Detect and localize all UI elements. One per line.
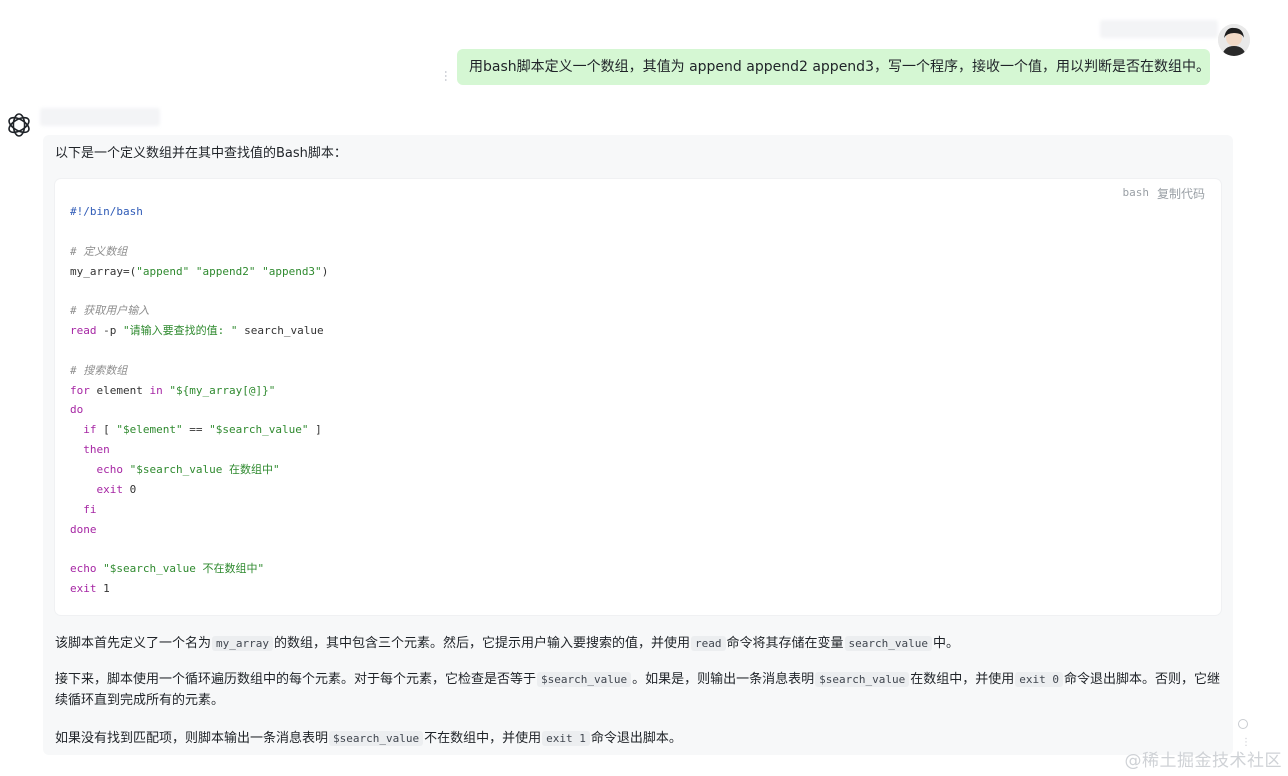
- inline-code: read: [691, 636, 726, 651]
- code-token: ==: [182, 423, 210, 437]
- code-token: fi: [83, 502, 97, 516]
- code-token: then: [83, 443, 110, 457]
- code-content: #!/bin/bash # 定义数组 my_array=("append" "ap…: [70, 202, 328, 599]
- code-token: ): [321, 264, 329, 278]
- code-token: 1: [96, 582, 110, 596]
- inline-code: $search_value: [537, 672, 632, 687]
- code-token: echo: [96, 462, 124, 476]
- code-line: then: [70, 440, 328, 460]
- user-message-text: 用bash脚本定义一个数组，其值为 append append2 append3…: [469, 59, 1210, 75]
- inline-code: $search_value: [329, 731, 424, 746]
- code-token: if: [83, 423, 97, 437]
- scroll-indicator-icon[interactable]: [1238, 719, 1248, 729]
- code-token: done: [70, 522, 97, 536]
- paragraph-text: 命令退出脚本。: [590, 731, 682, 746]
- paragraph-text: 在数组中，并使用: [910, 672, 1015, 687]
- inline-code: exit 0: [1015, 672, 1063, 687]
- code-line: echo "$search_value 不在数组中": [70, 559, 328, 579]
- code-token: exit: [70, 582, 97, 596]
- code-line: exit 1: [70, 579, 328, 599]
- code-token: echo: [70, 562, 97, 576]
- code-token: element: [89, 383, 150, 397]
- code-line: fi: [70, 500, 328, 520]
- paragraph-text: 的数组，其中包含三个元素。然后，它提示用户输入要搜索的值，并使用: [274, 636, 691, 651]
- code-token: "$search_value 不在数组中": [103, 562, 265, 576]
- code-line: read -p "请输入要查找的值: " search_value: [70, 321, 328, 341]
- code-token: my_array=(: [70, 264, 137, 278]
- paragraph-text: 如果没有找到匹配项，则脚本输出一条消息表明: [55, 731, 329, 746]
- paragraph-text: 命令将其存储在变量: [726, 636, 844, 651]
- code-token: "$search_value 在数组中": [129, 462, 280, 476]
- openai-logo-icon: [4, 110, 34, 140]
- user-avatar: [1218, 24, 1250, 56]
- code-line: my_array=("append" "append2" "append3"): [70, 262, 328, 282]
- paragraph-text: 。如果是，则输出一条消息表明: [632, 672, 815, 687]
- user-name-placeholder: [1100, 20, 1218, 38]
- code-line: for element in "${my_array[@]}": [70, 381, 328, 401]
- inline-code: search_value: [844, 636, 933, 651]
- code-token: ]: [308, 423, 322, 437]
- user-avatar-icon: [1218, 24, 1250, 56]
- more-vertical-icon[interactable]: ⋯: [439, 70, 453, 82]
- explanation-paragraph-1: 该脚本首先定义了一个名为 my_array 的数组，其中包含三个元素。然后，它提示用…: [55, 633, 1220, 654]
- code-line: # 搜索数组: [70, 361, 328, 381]
- code-token: search_value: [237, 324, 324, 338]
- watermark: @稀土掘金技术社区: [1124, 751, 1282, 771]
- code-line: # 定义数组: [70, 242, 328, 262]
- code-token: do: [70, 403, 84, 417]
- code-token: in: [149, 383, 163, 397]
- code-token: #!/bin/bash: [70, 205, 143, 218]
- paragraph-text: 该脚本首先定义了一个名为: [55, 636, 212, 651]
- paragraph-text: 不在数组中，并使用: [424, 731, 542, 746]
- paragraph-text: 中。: [933, 636, 960, 651]
- inline-code: my_array: [212, 636, 273, 651]
- code-token: "append2": [195, 264, 256, 278]
- user-message-bubble: 用bash脚本定义一个数组，其值为 append append2 append3…: [457, 49, 1210, 85]
- code-token: "请输入要查找的值: ": [123, 324, 238, 338]
- code-token: read: [70, 324, 97, 338]
- code-token: "$element": [116, 423, 183, 437]
- code-line: exit 0: [70, 480, 328, 500]
- code-token: exit: [96, 482, 124, 496]
- explanation-paragraph-3: 如果没有找到匹配项，则脚本输出一条消息表明 $search_value 不在数组中，…: [55, 728, 1220, 749]
- code-line: #!/bin/bash: [70, 202, 328, 222]
- code-block: bash 复制代码 #!/bin/bash # 定义数组 my_array=("a…: [55, 179, 1221, 615]
- code-token: for: [70, 383, 90, 397]
- code-token: 0: [123, 482, 137, 496]
- code-line: done: [70, 520, 328, 540]
- code-token: [: [96, 423, 117, 437]
- code-token: "append": [136, 264, 190, 278]
- code-token: # 定义数组: [70, 244, 128, 258]
- code-token: -p: [96, 324, 123, 338]
- code-line: do: [70, 400, 328, 420]
- code-token: "$search_value": [209, 423, 309, 437]
- inline-code: exit 1: [542, 731, 590, 746]
- assistant-intro: 以下是一个定义数组并在其中查找值的Bash脚本：: [55, 146, 347, 161]
- explanation-paragraph-2: 接下来，脚本使用一个循环遍历数组中的每个元素。对于每个元素，它检查是否等于 $se…: [55, 669, 1220, 711]
- code-line: echo "$search_value 在数组中": [70, 460, 328, 480]
- code-line: # 获取用户输入: [70, 301, 328, 321]
- code-language-label: bash: [1122, 186, 1150, 199]
- code-token: # 获取用户输入: [70, 304, 150, 318]
- code-token: # 搜索数组: [70, 363, 128, 377]
- code-token: "append3": [262, 264, 322, 278]
- copy-code-button[interactable]: 复制代码: [1157, 185, 1205, 202]
- inline-code: $search_value: [815, 672, 910, 687]
- code-line: if [ "$element" == "$search_value" ]: [70, 420, 328, 440]
- code-token: "${my_array[@]}": [169, 383, 276, 397]
- paragraph-text: 接下来，脚本使用一个循环遍历数组中的每个元素。对于每个元素，它检查是否等于: [55, 672, 537, 687]
- assistant-name-placeholder: [40, 108, 160, 126]
